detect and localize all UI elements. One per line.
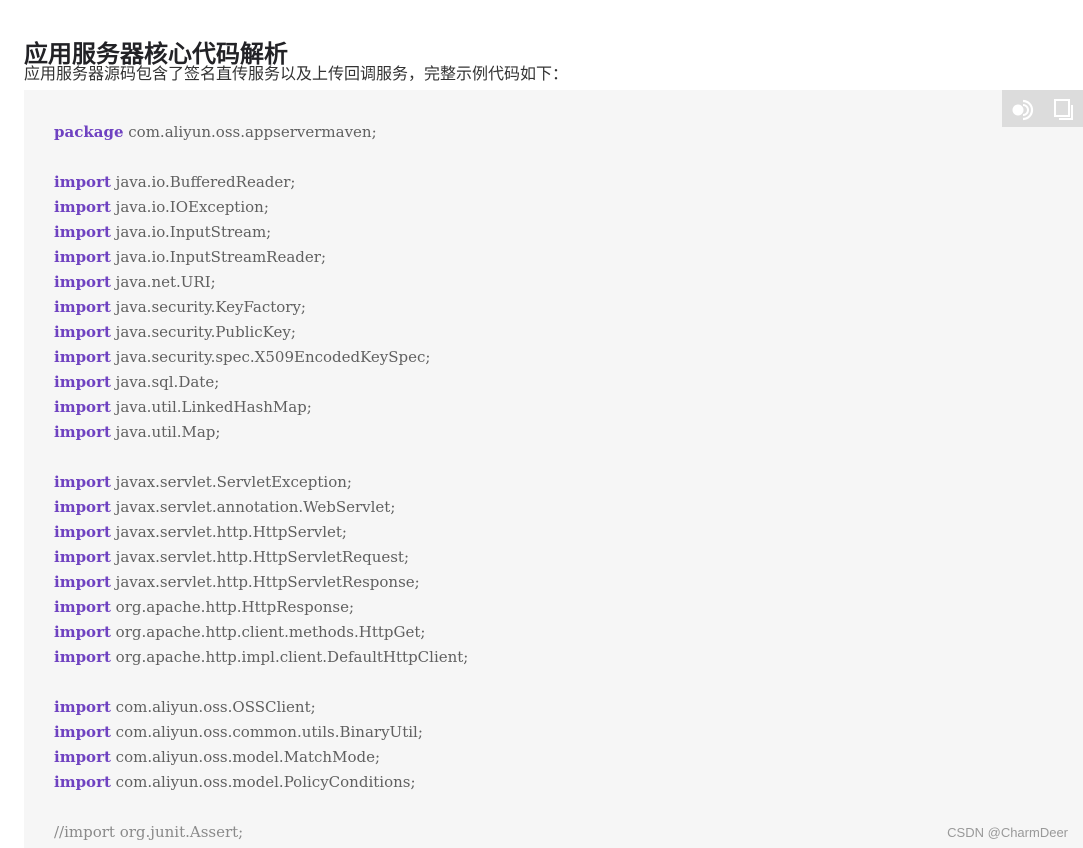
code-text: javax.servlet.http.HttpServletRequest; <box>110 548 410 566</box>
code-text: java.io.BufferedReader; <box>110 173 296 191</box>
code-keyword: import <box>54 748 111 766</box>
code-line: import java.util.LinkedHashMap; <box>54 395 468 420</box>
code-text: javax.servlet.http.HttpServletResponse; <box>110 573 420 591</box>
code-keyword: import <box>54 723 111 741</box>
code-text: java.sql.Date; <box>110 373 220 391</box>
code-keyword: import <box>54 423 111 441</box>
code-line: import org.apache.http.impl.client.Defau… <box>54 645 468 670</box>
code-line: import javax.servlet.ServletException; <box>54 470 468 495</box>
code-keyword: import <box>54 248 111 266</box>
code-line: import java.io.InputStream; <box>54 220 468 245</box>
code-keyword: import <box>54 348 111 366</box>
code-keyword: import <box>54 773 111 791</box>
code-line: import java.io.BufferedReader; <box>54 170 468 195</box>
code-lines: package com.aliyun.oss.appservermaven; im… <box>54 120 468 845</box>
code-text: java.security.KeyFactory; <box>110 298 306 316</box>
code-text: com.aliyun.oss.model.PolicyConditions; <box>110 773 416 791</box>
code-line: import javax.servlet.http.HttpServletReq… <box>54 545 468 570</box>
code-line: import com.aliyun.oss.model.PolicyCondit… <box>54 770 468 795</box>
code-line: import java.sql.Date; <box>54 370 468 395</box>
code-line: import java.security.PublicKey; <box>54 320 468 345</box>
code-line: import javax.servlet.http.HttpServletRes… <box>54 570 468 595</box>
code-text: javax.servlet.ServletException; <box>110 473 352 491</box>
code-line: import com.aliyun.oss.model.MatchMode; <box>54 745 468 770</box>
code-line: import com.aliyun.oss.OSSClient; <box>54 695 468 720</box>
code-line: import java.security.spec.X509EncodedKey… <box>54 345 468 370</box>
code-block: package com.aliyun.oss.appservermaven; im… <box>24 90 1083 848</box>
code-text: com.aliyun.oss.appservermaven; <box>123 123 377 141</box>
code-line: import java.util.Map; <box>54 420 468 445</box>
code-line: //import org.junit.Assert; <box>54 820 468 845</box>
code-text: org.apache.http.impl.client.DefaultHttpC… <box>110 648 469 666</box>
code-keyword: import <box>54 323 111 341</box>
article-intro: 应用服务器源码包含了签名直传服务以及上传回调服务，完整示例代码如下： <box>24 64 569 83</box>
csdn-watermark: CSDN @CharmDeer <box>947 825 1068 840</box>
code-text: java.io.InputStream; <box>110 223 272 241</box>
code-keyword: import <box>54 273 111 291</box>
code-line: import org.apache.http.client.methods.Ht… <box>54 620 468 645</box>
code-keyword: import <box>54 548 111 566</box>
code-text: java.io.InputStreamReader; <box>110 248 326 266</box>
code-line: package com.aliyun.oss.appservermaven; <box>54 120 468 145</box>
code-keyword: import <box>54 573 111 591</box>
code-line: import org.apache.http.HttpResponse; <box>54 595 468 620</box>
code-keyword: import <box>54 623 111 641</box>
code-line: import com.aliyun.oss.common.utils.Binar… <box>54 720 468 745</box>
code-text: java.security.PublicKey; <box>110 323 296 341</box>
code-text: javax.servlet.http.HttpServlet; <box>110 523 347 541</box>
code-keyword: import <box>54 298 111 316</box>
code-line: import java.io.InputStreamReader; <box>54 245 468 270</box>
code-comment: //import org.junit.Assert; <box>54 823 244 841</box>
code-line: import javax.servlet.annotation.WebServl… <box>54 495 468 520</box>
code-text: java.security.spec.X509EncodedKeySpec; <box>110 348 431 366</box>
code-keyword: import <box>54 373 111 391</box>
code-keyword: import <box>54 223 111 241</box>
code-text: com.aliyun.oss.common.utils.BinaryUtil; <box>110 723 423 741</box>
code-line: import javax.servlet.http.HttpServlet; <box>54 520 468 545</box>
code-line: import java.io.IOException; <box>54 195 468 220</box>
code-keyword: import <box>54 523 111 541</box>
code-toolbar <box>1002 90 1083 127</box>
code-keyword: import <box>54 398 111 416</box>
code-keyword: import <box>54 698 111 716</box>
code-text: com.aliyun.oss.OSSClient; <box>110 698 316 716</box>
code-keyword: package <box>54 123 124 141</box>
code-text: org.apache.http.HttpResponse; <box>110 598 355 616</box>
code-keyword: import <box>54 598 111 616</box>
code-keyword: import <box>54 473 111 491</box>
code-keyword: import <box>54 173 111 191</box>
code-text: java.io.IOException; <box>110 198 269 216</box>
code-line: import java.security.KeyFactory; <box>54 295 468 320</box>
code-keyword: import <box>54 198 111 216</box>
code-keyword: import <box>54 498 111 516</box>
code-text: org.apache.http.client.methods.HttpGet; <box>110 623 426 641</box>
copy-icon[interactable] <box>1050 96 1076 122</box>
code-keyword: import <box>54 648 111 666</box>
code-text: java.util.LinkedHashMap; <box>110 398 312 416</box>
run-icon[interactable] <box>1010 96 1036 122</box>
code-text: java.net.URI; <box>110 273 216 291</box>
code-text: javax.servlet.annotation.WebServlet; <box>110 498 396 516</box>
code-line: import java.net.URI; <box>54 270 468 295</box>
code-text: java.util.Map; <box>110 423 221 441</box>
code-text: com.aliyun.oss.model.MatchMode; <box>110 748 381 766</box>
